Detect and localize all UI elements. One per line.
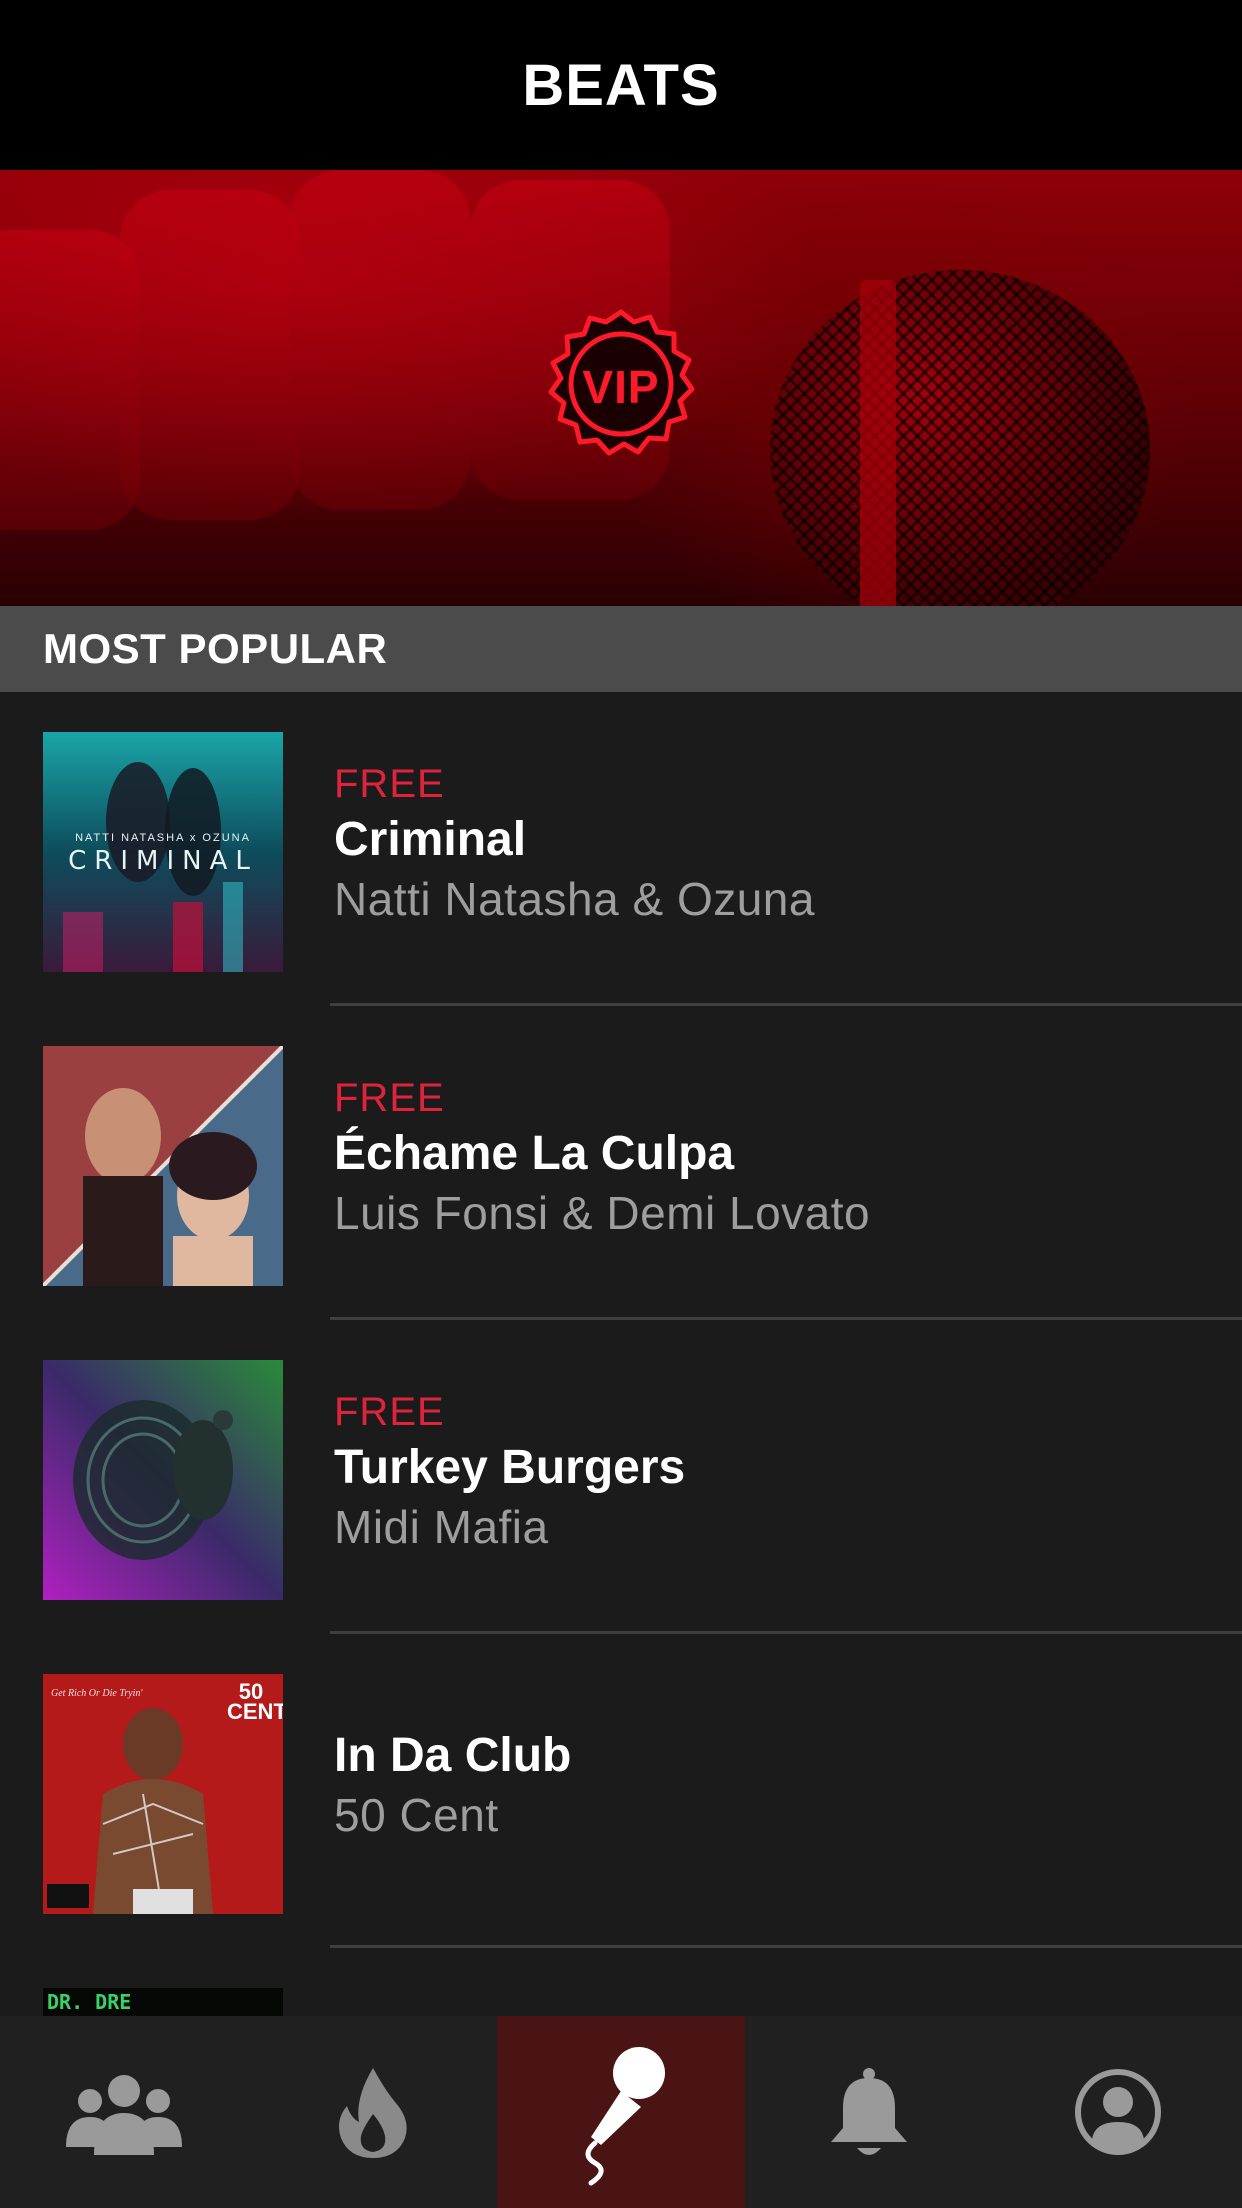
vip-label: VIP: [582, 361, 660, 413]
tab-notifications[interactable]: [745, 2016, 993, 2208]
tab-profile[interactable]: [994, 2016, 1242, 2208]
album-art-criminal: NATTI NATASHA x OZUNA CRIMINAL: [43, 732, 283, 972]
song-info: FREE Échame La Culpa Luis Fonsi & Demi L…: [334, 1072, 870, 1242]
album-art-in-da-club: 50 CENT Get Rich Or Die Tryin': [43, 1674, 283, 1914]
song-artist: Natti Natasha & Ozuna: [334, 873, 815, 925]
bottom-tab-bar: [0, 2016, 1242, 2208]
banner-decoration: [120, 190, 300, 520]
song-row[interactable]: FREE Échame La Culpa Luis Fonsi & Demi L…: [0, 1006, 1242, 1320]
banner-decoration: [860, 280, 896, 606]
song-title: Criminal: [334, 813, 527, 866]
song-row[interactable]: FREE Turkey Burgers Midi Mafia: [0, 1320, 1242, 1634]
song-row[interactable]: NATTI NATASHA x OZUNA CRIMINAL FREE Crim…: [0, 692, 1242, 1006]
song-artist: Luis Fonsi & Demi Lovato: [334, 1187, 871, 1239]
tab-beats[interactable]: [496, 2016, 746, 2208]
microphone-icon: [585, 2047, 665, 2186]
song-row[interactable]: 50 CENT Get Rich Or Die Tryin' In Da Clu…: [0, 1634, 1242, 1948]
bell-icon: [831, 2068, 908, 2155]
app-header: BEATS: [0, 0, 1242, 170]
album-art-caption: Get Rich Or Die Tryin': [51, 1688, 143, 1699]
tab-trending[interactable]: [248, 2016, 496, 2208]
album-art-badge: 50 CENT: [227, 1679, 283, 1724]
microphone-image: [770, 270, 1150, 606]
flame-icon: [338, 2068, 407, 2158]
album-art-caption: NATTI NATASHA x OZUNA: [75, 832, 251, 844]
song-artist: 50 Cent: [334, 1789, 499, 1841]
song-row[interactable]: DR. DRE: [0, 1948, 1242, 2016]
group-icon: [66, 2075, 183, 2155]
section-title: MOST POPULAR: [43, 625, 388, 672]
song-info: In Da Club 50 Cent: [334, 1726, 571, 1844]
album-art-caption: DR. DRE: [47, 1990, 132, 2014]
free-tag: FREE: [334, 1390, 445, 1434]
song-title: In Da Club: [334, 1729, 572, 1782]
album-art-echame-la-culpa: [43, 1046, 283, 1286]
album-art-turkey-burgers: [43, 1360, 283, 1600]
song-artist: Midi Mafia: [334, 1501, 549, 1553]
song-title: Turkey Burgers: [334, 1441, 686, 1494]
album-art-partial: DR. DRE: [43, 1988, 283, 2016]
section-header: MOST POPULAR: [0, 606, 1242, 692]
profile-icon: [1074, 2069, 1161, 2155]
page-title: BEATS: [522, 52, 720, 118]
banner-decoration: [0, 230, 140, 530]
free-tag: FREE: [334, 762, 445, 806]
banner-decoration: [290, 170, 470, 510]
song-info: FREE Criminal Natti Natasha & Ozuna: [334, 758, 815, 928]
song-title: Échame La Culpa: [334, 1127, 735, 1180]
song-info: FREE Turkey Burgers Midi Mafia: [334, 1386, 685, 1556]
free-tag: FREE: [334, 1076, 445, 1120]
vip-banner[interactable]: VIP: [0, 170, 1242, 606]
album-art-title: CRIMINAL: [68, 846, 258, 876]
tab-community[interactable]: [0, 2016, 248, 2208]
vip-badge[interactable]: VIP: [540, 306, 702, 468]
